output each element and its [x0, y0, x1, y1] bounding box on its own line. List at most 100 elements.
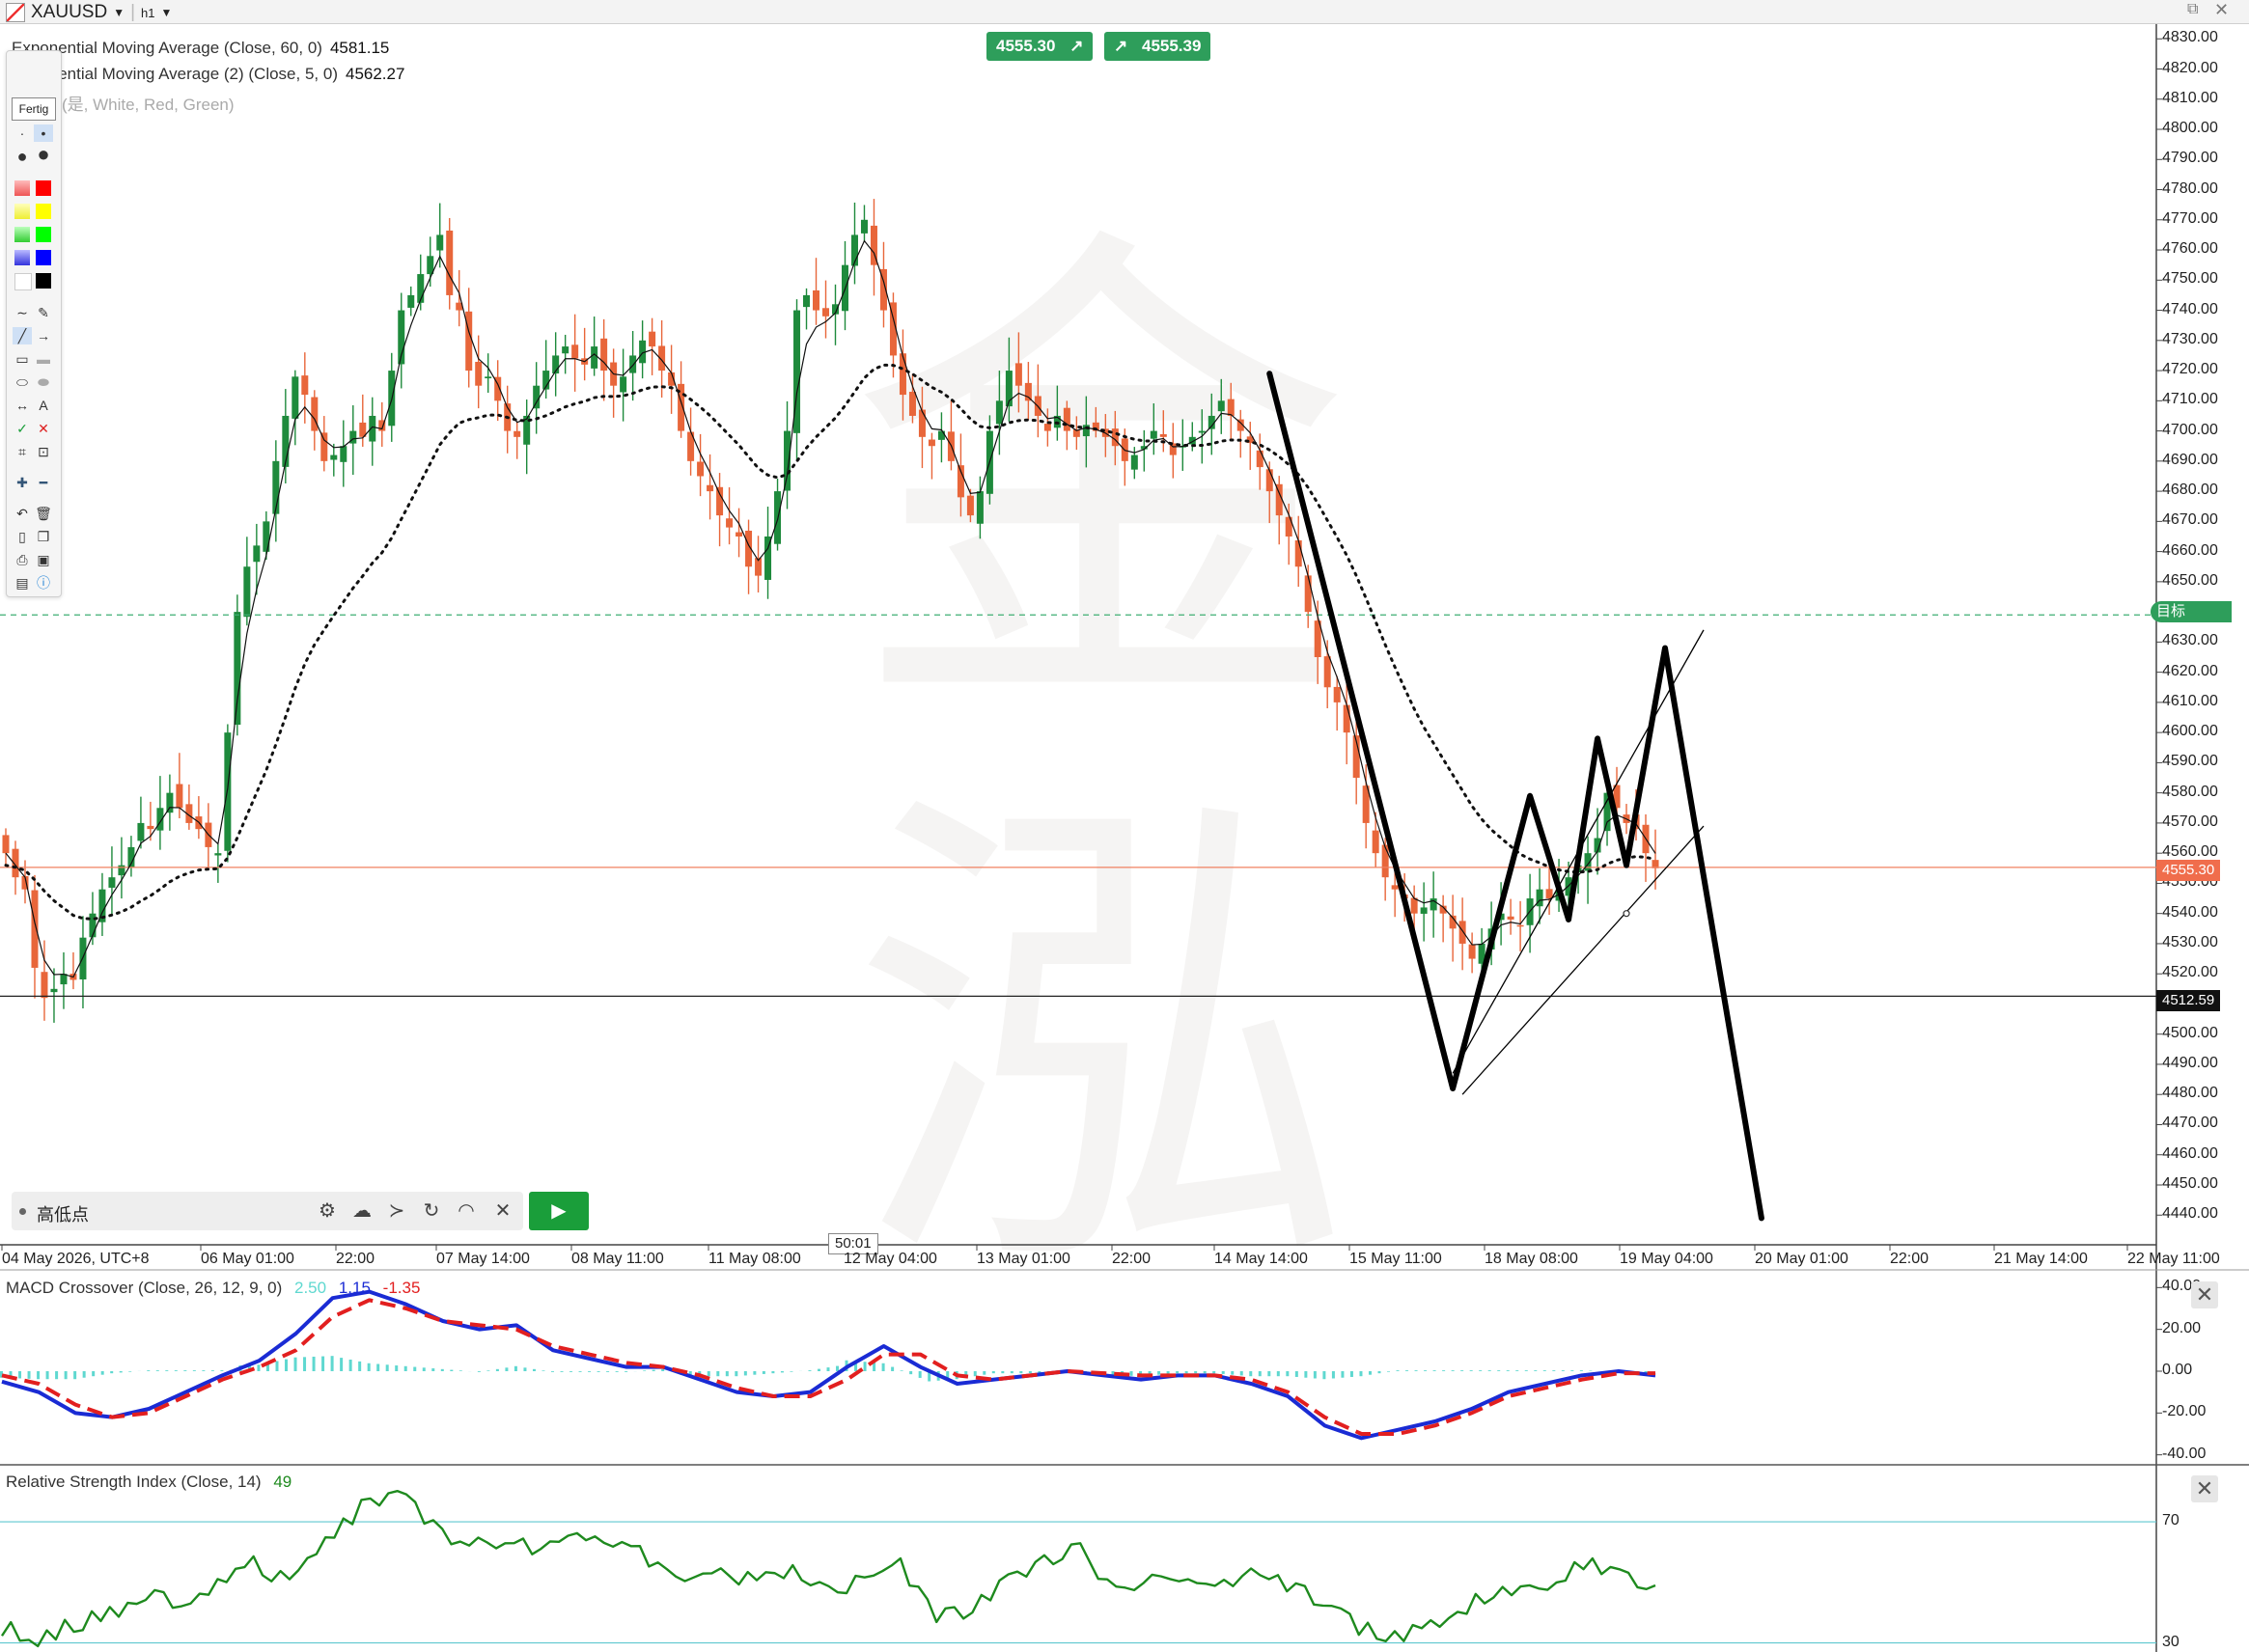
macd-histogram-bar — [440, 1368, 444, 1371]
new-file-icon[interactable]: ▯ — [13, 528, 32, 545]
macd-histogram-bar — [578, 1371, 582, 1372]
white-swatch[interactable] — [14, 273, 32, 290]
macd-histogram-bar — [55, 1371, 59, 1380]
macd-histogram-bar — [1542, 1370, 1546, 1371]
indicator-name[interactable]: 高低点 — [37, 1201, 89, 1226]
macd-histogram-bar — [817, 1368, 820, 1371]
black-swatch[interactable] — [36, 273, 51, 289]
blue-swatch[interactable] — [36, 250, 51, 265]
macd-histogram-bar — [1184, 1371, 1188, 1374]
rsi-line — [0, 1489, 1656, 1648]
symbol-selector[interactable]: XAUUSD ▼ | h1 ▼ — [6, 2, 172, 23]
minus-icon[interactable]: ━ — [34, 474, 53, 491]
price-tick-label: 4750.00 — [2162, 270, 2218, 288]
gear-icon[interactable]: ⚙ — [315, 1198, 340, 1224]
macd-close-button[interactable]: ✕ — [2191, 1281, 2218, 1308]
symbol-label: XAUUSD — [31, 2, 108, 22]
restore-icon[interactable]: ⧉ — [2187, 1, 2198, 18]
ema60-legend[interactable]: Exponential Moving Average (Close, 60, 0… — [12, 39, 389, 58]
macd-histogram-bar — [1442, 1370, 1446, 1371]
ellipse-filled-icon[interactable]: ⬬ — [34, 373, 53, 391]
rsi-legend[interactable]: Relative Strength Index (Close, 14) 49 — [6, 1473, 292, 1492]
macd-histogram-bar — [836, 1365, 840, 1371]
macd-legend[interactable]: MACD Crossover (Close, 26, 12, 9, 0) 2.5… — [6, 1279, 420, 1298]
red-swatch[interactable] — [36, 180, 51, 196]
green-swatch[interactable] — [36, 227, 51, 242]
candle-body — [649, 331, 656, 347]
macd-histogram-bar — [1267, 1371, 1271, 1377]
time-tick-label: 22 May 11:00 — [2127, 1251, 2220, 1267]
crop-icon[interactable]: ⌗ — [13, 443, 32, 460]
green-light-swatch[interactable] — [14, 227, 30, 242]
fertig-button[interactable]: Fertig — [12, 97, 56, 121]
rectangle-filled-icon[interactable]: ▬ — [34, 350, 53, 368]
blue-light-swatch[interactable] — [14, 250, 30, 265]
add-icon[interactable]: ✚ — [13, 474, 32, 491]
speed-icon[interactable]: ◠ — [454, 1198, 479, 1224]
replay-icon[interactable]: ↻ — [419, 1198, 444, 1224]
candle-body — [340, 446, 347, 462]
red-light-swatch[interactable] — [14, 180, 30, 196]
print-icon[interactable]: ⎙ — [13, 551, 32, 568]
info-icon[interactable]: ⓘ — [34, 574, 53, 592]
dot-large-icon[interactable]: ● — [13, 148, 32, 165]
curve-icon[interactable]: ∼ — [13, 304, 32, 321]
macd-histogram-bar — [790, 1371, 793, 1372]
sell-price-pill[interactable]: 4555.30 ↗ — [986, 32, 1094, 61]
candle-body — [629, 355, 637, 373]
rsi-close-button[interactable]: ✕ — [2191, 1475, 2218, 1502]
pencil-icon[interactable]: ✎ — [34, 304, 53, 321]
candle-body — [899, 353, 906, 396]
buy-price-pill[interactable]: ↗ 4555.39 — [1104, 32, 1211, 61]
zoom-region-icon[interactable]: ⊡ — [34, 443, 53, 460]
terminal-icon[interactable]: ≻ — [384, 1198, 409, 1224]
yellow-swatch[interactable] — [36, 204, 51, 219]
measure-icon[interactable]: ↔ — [13, 397, 32, 414]
cloud-icon[interactable]: ☁ — [349, 1198, 375, 1224]
macd-histogram-bar — [174, 1370, 178, 1371]
close-icon[interactable]: ✕ — [490, 1198, 515, 1224]
cross-icon[interactable]: ✕ — [34, 420, 53, 437]
text-icon[interactable]: A — [34, 397, 53, 414]
macd-histogram-bar — [569, 1371, 573, 1372]
image-icon[interactable]: ▤ — [13, 574, 32, 592]
rectangle-icon[interactable]: ▭ — [13, 350, 32, 368]
time-tick-label: 12 May 04:00 — [844, 1251, 937, 1267]
price-tick-label: 4800.00 — [2162, 120, 2218, 137]
check-icon[interactable]: ✓ — [13, 420, 32, 437]
macd-histogram-bar — [1341, 1371, 1345, 1378]
macd-histogram-bar — [431, 1368, 435, 1371]
close-icon[interactable]: ✕ — [2214, 0, 2229, 20]
candle-body — [1198, 430, 1206, 433]
macd-histogram-bar — [643, 1370, 647, 1371]
macd-histogram-bar — [119, 1371, 123, 1373]
save-icon[interactable]: ▣ — [34, 551, 53, 568]
macd-tick-label: 0.00 — [2162, 1362, 2193, 1378]
macd-histogram-bar — [367, 1363, 371, 1371]
undo-icon[interactable]: ↶ — [13, 505, 32, 522]
candle-body — [176, 784, 183, 809]
arrow-icon[interactable]: → — [34, 327, 53, 344]
chart-svg[interactable] — [0, 0, 2249, 1652]
copy-icon[interactable]: ❐ — [34, 528, 53, 545]
candle-body — [813, 289, 820, 311]
ema5-legend[interactable]: Exponential Moving Average (2) (Close, 5… — [12, 65, 404, 84]
trash-icon[interactable]: 🗑 — [34, 505, 53, 522]
yellow-light-swatch[interactable] — [14, 204, 30, 219]
dot-medium-icon[interactable]: • — [34, 124, 53, 142]
ellipse-icon[interactable]: ⬭ — [13, 373, 32, 391]
channel-upper-line — [1452, 629, 1705, 1074]
dot-xlarge-icon[interactable]: ● — [34, 144, 53, 165]
timeframe-label[interactable]: h1 — [141, 6, 154, 20]
candle-body — [137, 822, 145, 841]
dot-small-icon[interactable]: · — [13, 124, 32, 142]
macd-histogram-bar — [1497, 1370, 1501, 1371]
macd-histogram-bar — [1304, 1371, 1308, 1378]
price-tick-label: 4570.00 — [2162, 812, 2218, 830]
candle-body — [937, 430, 945, 440]
line-icon[interactable]: ╱ — [13, 327, 32, 344]
macd-histogram-bar — [1001, 1371, 1005, 1374]
play-button[interactable]: ▶ — [529, 1192, 589, 1230]
macd-tick-label: -40.00 — [2162, 1445, 2207, 1462]
macd-histogram-bar — [780, 1371, 784, 1373]
